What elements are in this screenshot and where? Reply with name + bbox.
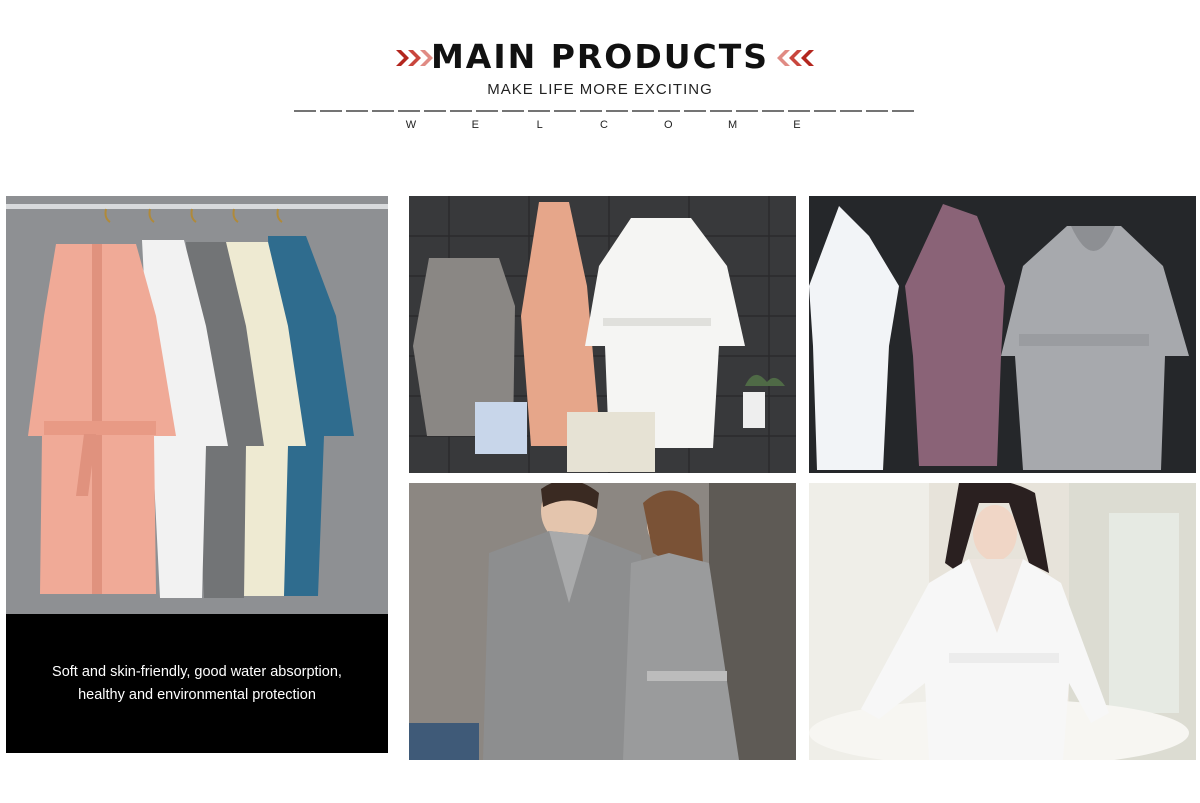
welcome-letter: M (728, 119, 738, 131)
section-subtitle: MAKE LIFE MORE EXCITING (487, 81, 713, 98)
robes-caption: Soft and skin-friendly, good water absor… (6, 614, 388, 753)
robes-on-rack-image[interactable] (6, 196, 388, 614)
hooded-robes-image[interactable] (809, 196, 1196, 473)
chevron-left-icon (777, 50, 814, 66)
dashed-divider (294, 110, 914, 112)
welcome-letter: W (405, 119, 417, 131)
caption-text: Soft and skin-friendly, good water absor… (52, 663, 342, 703)
robes-wall-display-image[interactable] (409, 196, 796, 473)
welcome-letter: E (471, 119, 479, 131)
couple-in-robes-image[interactable] (409, 483, 796, 760)
welcome-letter: C (600, 119, 608, 131)
section-title: MAIN PRODUCTS (430, 37, 770, 76)
welcome-letter: L (536, 119, 543, 131)
welcome-letter: E (793, 119, 801, 131)
woman-in-white-robe-image[interactable] (809, 483, 1196, 760)
welcome-letters: W E L C O M E (404, 119, 804, 133)
welcome-letter: O (664, 119, 673, 131)
